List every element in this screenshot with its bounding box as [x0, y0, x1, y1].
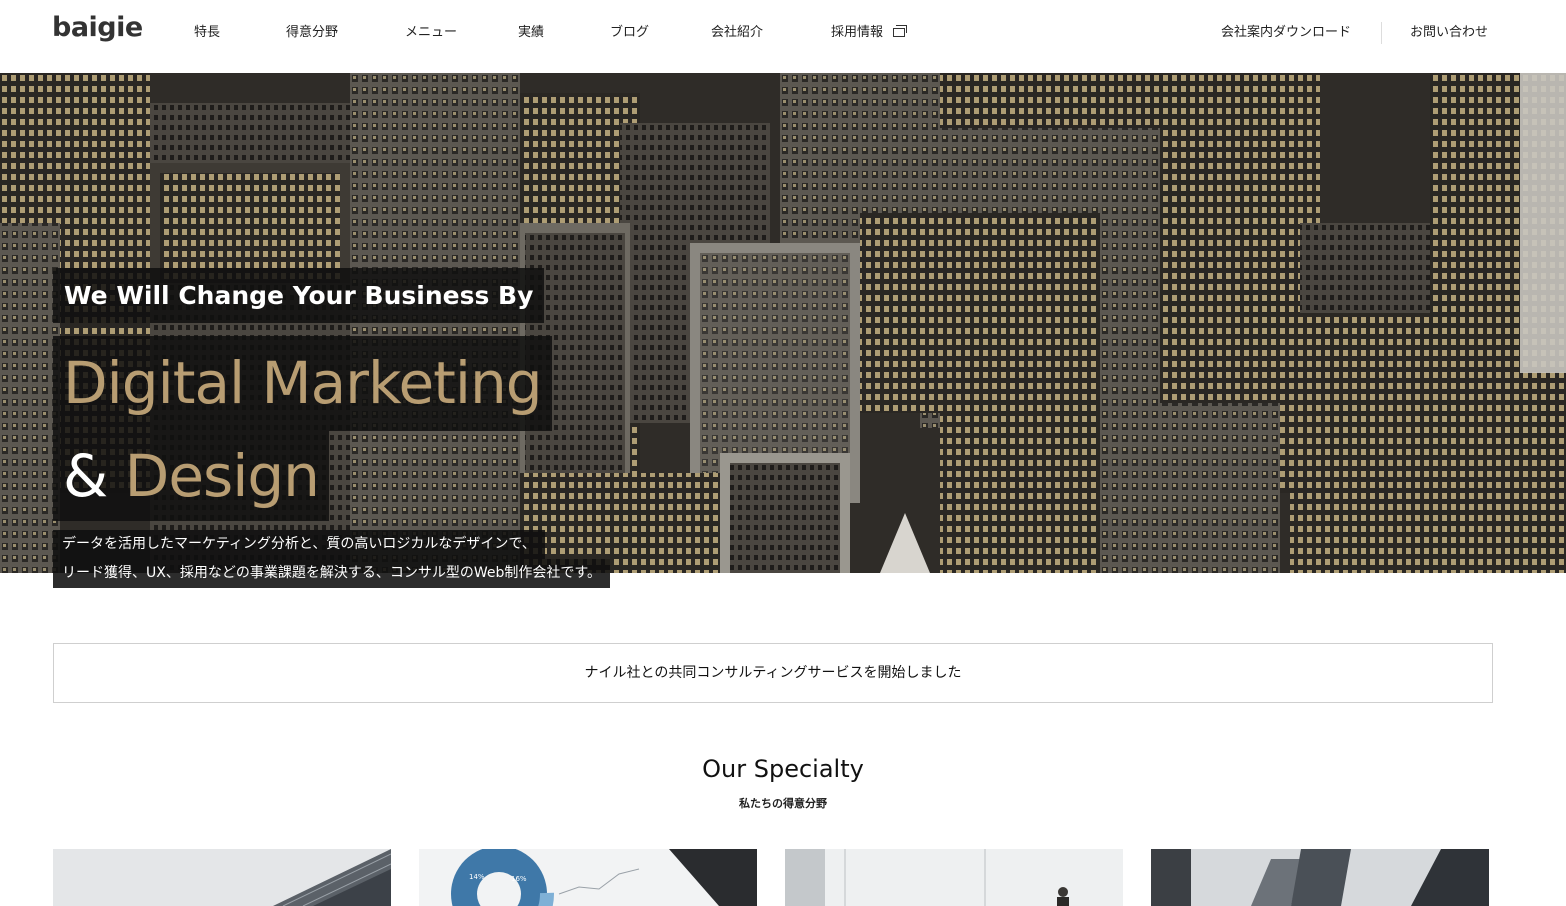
- hero-description: データを活用したマーケティング分析と、質の高いロジカルなデザインで、 リード獲得…: [53, 530, 610, 588]
- contact-link[interactable]: お問い合わせ: [1410, 21, 1488, 40]
- hero-tagline: We Will Change Your Business By: [53, 268, 545, 323]
- hero-description-line-2: リード獲得、UX、採用などの事業課題を解決する、コンサル型のWeb制作会社です。: [53, 559, 610, 588]
- external-link-icon: [893, 25, 908, 37]
- company-download-link[interactable]: 会社案内ダウンロード: [1221, 21, 1351, 40]
- nav-item-specialty[interactable]: 得意分野: [286, 21, 338, 40]
- hero-design-word: Design: [124, 442, 320, 510]
- chart-label-1: 14%: [469, 873, 485, 881]
- nav-item-menu[interactable]: メニュー: [405, 21, 457, 40]
- nav-item-works[interactable]: 実績: [518, 21, 544, 40]
- specialty-card-3[interactable]: [785, 849, 1123, 906]
- hero-section: We Will Change Your Business By Digital …: [0, 73, 1566, 573]
- specialty-title: Our Specialty: [702, 755, 864, 783]
- chart-tablet-photo: 14% 16%: [419, 849, 757, 906]
- specialty-card-1[interactable]: [53, 849, 391, 906]
- site-header: baigie 特長 得意分野 メニュー 実績 ブログ 会社紹介 採用情報 会社案…: [0, 0, 1566, 73]
- specialty-card-4[interactable]: [1151, 849, 1489, 906]
- nav-item-recruit[interactable]: 採用情報: [831, 21, 908, 40]
- hero-description-line-1: データを活用したマーケティング分析と、質の高いロジカルなデザインで、: [53, 530, 545, 559]
- skyscraper-photo: [1151, 849, 1489, 906]
- specialty-subtitle: 私たちの得意分野: [739, 797, 827, 810]
- hero-heading-design: & Design: [53, 431, 329, 521]
- nav-item-recruit-label: 採用情報: [831, 25, 884, 40]
- specialty-card-2[interactable]: 14% 16%: [419, 849, 757, 906]
- building-photo: [53, 849, 391, 906]
- news-banner[interactable]: ナイル社との共同コンサルティングサービスを開始しました: [53, 643, 1493, 703]
- hero-ampersand: &: [63, 442, 108, 510]
- header-divider: [1381, 22, 1382, 44]
- hero-heading-digital-marketing: Digital Marketing: [53, 336, 552, 431]
- office-meeting-photo: [785, 849, 1123, 906]
- nav-item-company[interactable]: 会社紹介: [711, 21, 763, 40]
- nav-item-blog[interactable]: ブログ: [610, 21, 649, 40]
- chart-label-2: 16%: [511, 875, 527, 883]
- site-logo[interactable]: baigie: [52, 12, 143, 43]
- nav-item-features[interactable]: 特長: [194, 21, 220, 40]
